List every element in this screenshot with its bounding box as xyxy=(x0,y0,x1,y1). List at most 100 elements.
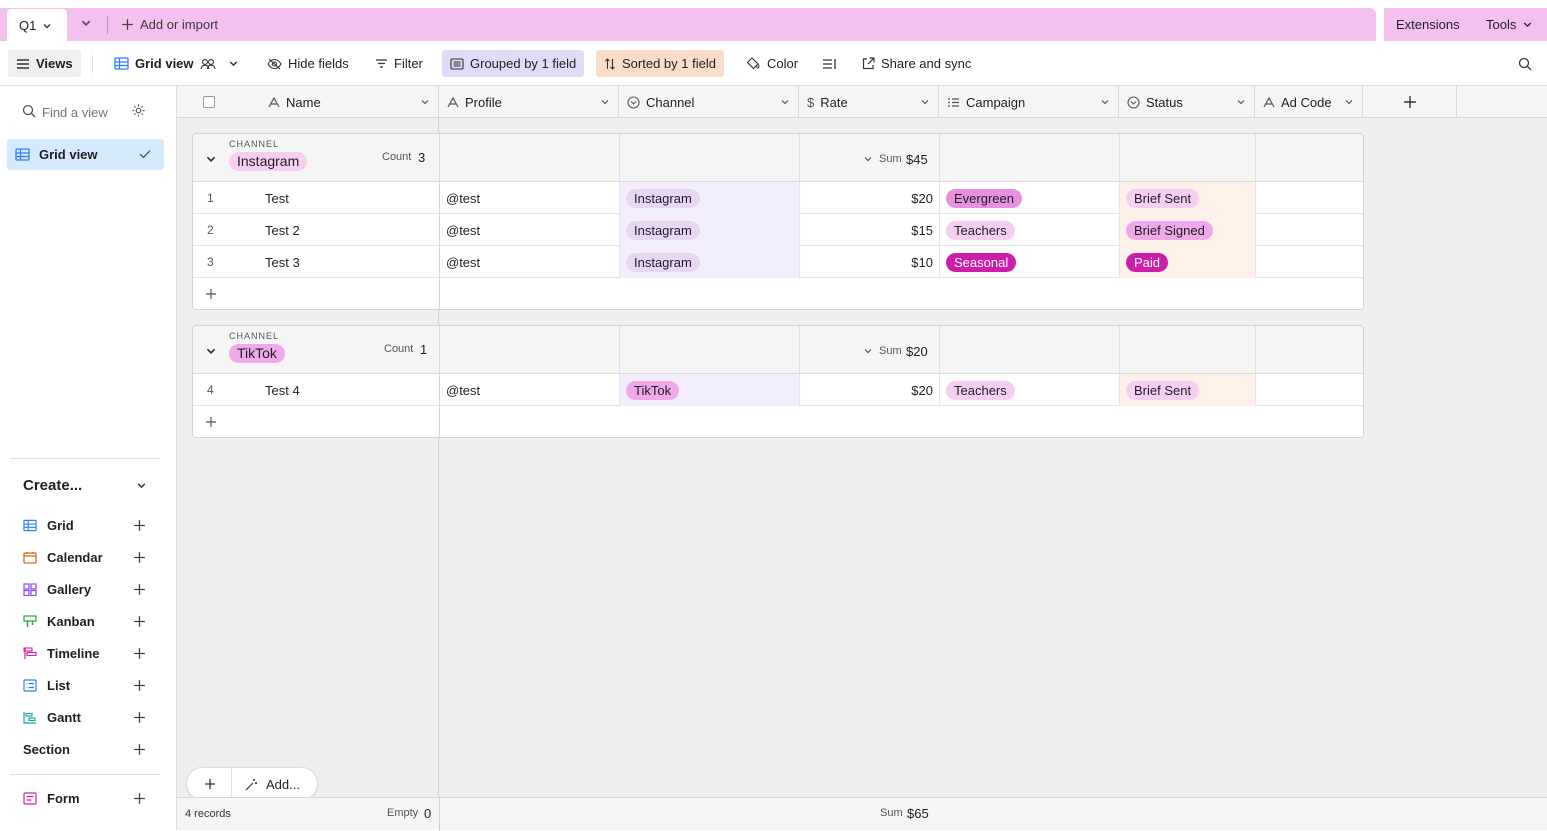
active-view-item[interactable]: Grid view xyxy=(7,139,164,170)
plus-icon[interactable] xyxy=(133,792,146,805)
table-row[interactable]: 3 Test 3 @test Instagram $10 Seasonal Pa… xyxy=(193,246,1363,278)
cell-rate[interactable]: $10 xyxy=(800,246,940,278)
plus-icon[interactable] xyxy=(205,288,217,300)
cell-profile[interactable]: @test xyxy=(440,182,620,214)
chevron-down-icon xyxy=(1344,97,1354,107)
cell-ad-code[interactable] xyxy=(1256,374,1363,406)
create-gantt-item[interactable]: Gantt xyxy=(23,710,81,725)
grouped-label: Grouped by 1 field xyxy=(470,56,577,71)
plus-icon[interactable] xyxy=(133,647,146,660)
chevron-down-icon[interactable] xyxy=(136,480,147,491)
cell-profile[interactable]: @test xyxy=(440,246,620,278)
cell-ad-code[interactable] xyxy=(1256,246,1363,278)
find-view-input[interactable] xyxy=(42,102,114,122)
cell-campaign[interactable]: Evergreen xyxy=(940,182,1120,214)
share-and-sync-button[interactable]: Share and sync xyxy=(854,50,979,77)
row-height-button[interactable] xyxy=(814,50,845,77)
column-header-rate[interactable]: $ Rate xyxy=(799,86,939,118)
plus-icon[interactable] xyxy=(133,743,146,756)
cell-ad-code[interactable] xyxy=(1256,182,1363,214)
chevron-down-icon[interactable] xyxy=(863,346,873,356)
cell-status[interactable]: Brief Signed xyxy=(1120,214,1256,246)
column-header-profile[interactable]: Profile xyxy=(439,86,619,118)
cell-status[interactable]: Brief Sent xyxy=(1120,374,1256,406)
create-timeline-item[interactable]: Timeline xyxy=(23,646,100,661)
chevron-down-icon xyxy=(80,17,92,29)
tabs-dropdown-button[interactable] xyxy=(80,17,92,29)
cell-name[interactable]: Test 4 xyxy=(259,374,440,406)
plus-icon[interactable] xyxy=(133,615,146,628)
column-header-campaign[interactable]: Campaign xyxy=(939,86,1119,118)
chevron-down-icon[interactable] xyxy=(205,345,217,357)
cell-campaign[interactable]: Seasonal xyxy=(940,246,1120,278)
column-header-name[interactable]: Name xyxy=(260,86,439,118)
chevron-down-icon[interactable] xyxy=(205,153,217,165)
column-header-status[interactable]: Status xyxy=(1119,86,1255,118)
cell-status[interactable]: Paid xyxy=(1120,246,1256,278)
chevron-down-icon xyxy=(1236,97,1246,107)
extensions-button[interactable]: Extensions xyxy=(1396,17,1460,32)
cell-profile[interactable]: @test xyxy=(440,214,620,246)
hide-fields-button[interactable]: Hide fields xyxy=(259,50,357,77)
color-label: Color xyxy=(767,56,799,71)
cell-ad-code[interactable] xyxy=(1256,214,1363,246)
grouped-button[interactable]: Grouped by 1 field xyxy=(442,50,585,77)
table-row[interactable]: 4 Test 4 @test TikTok $20 Teachers Brief… xyxy=(193,374,1363,406)
create-calendar-item[interactable]: Calendar xyxy=(23,550,103,565)
column-header-ad-code[interactable]: Ad Code xyxy=(1255,86,1363,118)
filter-button[interactable]: Filter xyxy=(367,50,431,77)
tab-q1[interactable]: Q1 xyxy=(7,9,67,42)
create-section-item[interactable]: Section xyxy=(23,742,70,757)
select-all-checkbox[interactable] xyxy=(177,86,260,118)
create-list-item[interactable]: List xyxy=(23,678,70,693)
plus-icon[interactable] xyxy=(133,519,146,532)
cell-channel[interactable]: Instagram xyxy=(620,246,800,278)
add-record-button[interactable] xyxy=(204,778,216,790)
cell-channel[interactable]: TikTok xyxy=(620,374,800,406)
cell-name[interactable]: Test xyxy=(259,182,440,214)
add-field-button[interactable] xyxy=(1363,86,1457,118)
add-or-import-button[interactable]: Add or import xyxy=(121,17,218,32)
create-gallery-item[interactable]: Gallery xyxy=(23,582,91,597)
cell-rate[interactable]: $15 xyxy=(800,214,940,246)
divider xyxy=(107,16,108,34)
views-label: Views xyxy=(36,56,73,71)
cell-name[interactable]: Test 2 xyxy=(259,214,440,246)
color-button[interactable]: Color xyxy=(738,50,806,77)
group-field-label: CHANNEL xyxy=(229,139,280,149)
create-heading[interactable]: Create... xyxy=(23,477,82,494)
sorted-button[interactable]: Sorted by 1 field xyxy=(596,50,724,77)
cell-status[interactable]: Brief Sent xyxy=(1120,182,1256,214)
views-button[interactable]: Views xyxy=(8,50,81,77)
magic-wand-icon xyxy=(244,778,258,792)
cell-rate[interactable]: $20 xyxy=(800,182,940,214)
plus-icon[interactable] xyxy=(205,416,217,428)
cell-campaign[interactable]: Teachers xyxy=(940,214,1120,246)
tools-button[interactable]: Tools xyxy=(1486,17,1533,32)
search-button[interactable] xyxy=(1510,50,1540,77)
plus-icon[interactable] xyxy=(133,711,146,724)
table-row[interactable]: 1 Test @test Instagram $20 Evergreen Bri… xyxy=(193,182,1363,214)
create-grid-item[interactable]: Grid xyxy=(23,518,74,533)
create-kanban-item[interactable]: Kanban xyxy=(23,614,95,629)
create-form-item[interactable]: Form xyxy=(23,791,80,806)
add-record-row[interactable] xyxy=(193,406,1363,437)
table-row[interactable]: 2 Test 2 @test Instagram $15 Teachers Br… xyxy=(193,214,1363,246)
cell-campaign[interactable]: Teachers xyxy=(940,374,1120,406)
plus-icon[interactable] xyxy=(133,551,146,564)
cell-profile[interactable]: @test xyxy=(440,374,620,406)
grid-view-button[interactable]: Grid view xyxy=(106,50,247,77)
cell-channel[interactable]: Instagram xyxy=(620,182,800,214)
plus-icon[interactable] xyxy=(133,679,146,692)
chevron-down-icon xyxy=(600,97,610,107)
column-header-channel[interactable]: Channel xyxy=(619,86,799,118)
gear-icon[interactable] xyxy=(131,103,146,118)
add-record-row[interactable] xyxy=(193,278,1363,309)
chevron-down-icon[interactable] xyxy=(863,154,873,164)
plus-icon[interactable] xyxy=(133,583,146,596)
cell-rate[interactable]: $20 xyxy=(800,374,940,406)
add-with-ai-button[interactable]: Add... xyxy=(244,777,300,792)
cell-name[interactable]: Test 3 xyxy=(259,246,440,278)
cell-channel[interactable]: Instagram xyxy=(620,214,800,246)
group-value-pill: Instagram xyxy=(229,152,308,171)
